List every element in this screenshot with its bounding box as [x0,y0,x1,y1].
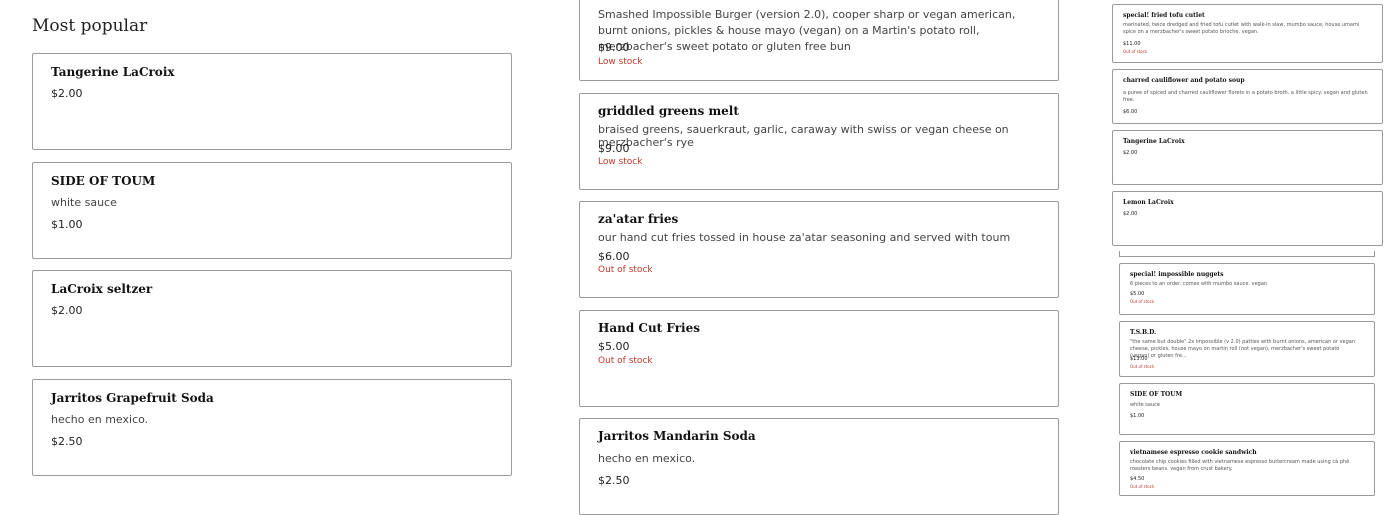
item-description: chocolate chip cookies filled with vietn… [1130,459,1350,472]
item-price: $5.00 [1130,291,1145,297]
menu-item-card[interactable]: charred cauliflower and potato soup a pu… [1112,69,1383,124]
item-name: special! impossible nuggets [1130,271,1224,278]
item-name: vietnamese espresso cookie sandwich [1130,449,1257,456]
item-price: $9.00 [598,41,630,54]
menu-item-card[interactable]: LaCroix seltzer $2.00 [32,270,512,367]
stock-status: Out of stock [1130,484,1155,489]
menu-item-card[interactable]: Jarritos Mandarin Soda hecho en mexico. … [579,418,1059,515]
item-name: special! fried tofu cutlet [1123,12,1205,19]
stock-status: Out of stock [598,356,653,366]
item-price: $5.00 [598,340,630,353]
stock-status: Low stock [598,57,643,67]
item-description: hecho en mexico. [598,452,696,465]
item-price: $11.00 [1123,41,1141,47]
item-description: marinated, twice dredged and fried tofu … [1123,22,1360,35]
item-name: charred cauliflower and potato soup [1123,77,1245,84]
item-price: $6.00 [598,250,630,263]
item-name: griddled greens melt [598,104,739,118]
menu-item-card[interactable]: special! fried tofu cutlet marinated, tw… [1112,4,1383,63]
item-price: $2.00 [1123,211,1138,217]
thumbnail-divider [1119,251,1375,257]
stock-status: Out of stock [1130,299,1155,304]
item-price: $2.00 [51,304,83,317]
menu-item-card[interactable]: Smashed Impossible Burger (version 2.0),… [579,0,1059,81]
item-name: Jarritos Grapefruit Soda [51,391,214,405]
menu-item-card[interactable]: SIDE OF TOUM white sauce $1.00 [32,162,512,259]
menu-item-card[interactable]: special! impossible nuggets 6 pieces to … [1119,263,1375,315]
item-price: $9.00 [598,142,630,155]
stock-status: Out of stock [1130,364,1155,369]
menu-item-card[interactable]: T.S.B.D. "the same but double" 2x imposs… [1119,321,1375,377]
item-price: $6.00 [1123,109,1138,115]
stock-status: Out of stock [598,265,653,275]
item-description: "the same but double" 2x impossible (v 2… [1130,339,1356,359]
item-description: 6 pieces to an order. comes with mumbo s… [1130,281,1269,287]
item-name: SIDE OF TOUM [51,174,156,188]
item-description: hecho en mexico. [51,413,149,426]
item-name: SIDE OF TOUM [1130,391,1183,398]
item-description: white sauce [1130,402,1160,408]
item-price: $2.50 [51,435,83,448]
item-price: $2.00 [1123,150,1138,156]
item-price: $2.00 [51,87,83,100]
item-description: braised greens, sauerkraut, garlic, cara… [598,123,1009,149]
menu-item-card[interactable]: Hand Cut Fries $5.00 Out of stock [579,310,1059,407]
stock-status: Low stock [598,157,643,167]
item-name: za'atar fries [598,212,679,226]
item-price: $2.50 [598,474,630,487]
item-name: Jarritos Mandarin Soda [598,429,756,443]
menu-item-card[interactable]: Jarritos Grapefruit Soda hecho en mexico… [32,379,512,476]
menu-item-card[interactable]: Lemon LaCroix $2.00 [1112,191,1383,246]
item-price: $4.50 [1130,476,1145,482]
item-name: Tangerine LaCroix [1123,138,1185,145]
item-price: $1.00 [1130,413,1145,419]
menu-item-card[interactable]: Tangerine LaCroix $2.00 [32,53,512,150]
item-price: $1.00 [51,218,83,231]
item-description: our hand cut fries tossed in house za'at… [598,231,1011,244]
item-description: Smashed Impossible Burger (version 2.0),… [598,8,1016,53]
menu-item-card[interactable]: Tangerine LaCroix $2.00 [1112,130,1383,185]
menu-item-card[interactable]: SIDE OF TOUM white sauce $1.00 [1119,383,1375,435]
stock-status: Out of stock [1123,49,1148,54]
item-price: $13.00 [1130,356,1148,362]
item-name: T.S.B.D. [1130,329,1157,336]
section-title-most-popular: Most popular [32,16,148,36]
item-name: Hand Cut Fries [598,321,700,335]
menu-item-card[interactable]: za'atar fries our hand cut fries tossed … [579,201,1059,298]
item-description: a puree of spiced and charred cauliflowe… [1123,90,1368,103]
item-description: white sauce [51,196,117,209]
item-name: LaCroix seltzer [51,282,153,296]
item-name: Lemon LaCroix [1123,199,1174,206]
menu-item-card[interactable]: griddled greens melt braised greens, sau… [579,93,1059,190]
menu-item-card[interactable]: vietnamese espresso cookie sandwich choc… [1119,441,1375,496]
item-name: Tangerine LaCroix [51,65,175,79]
